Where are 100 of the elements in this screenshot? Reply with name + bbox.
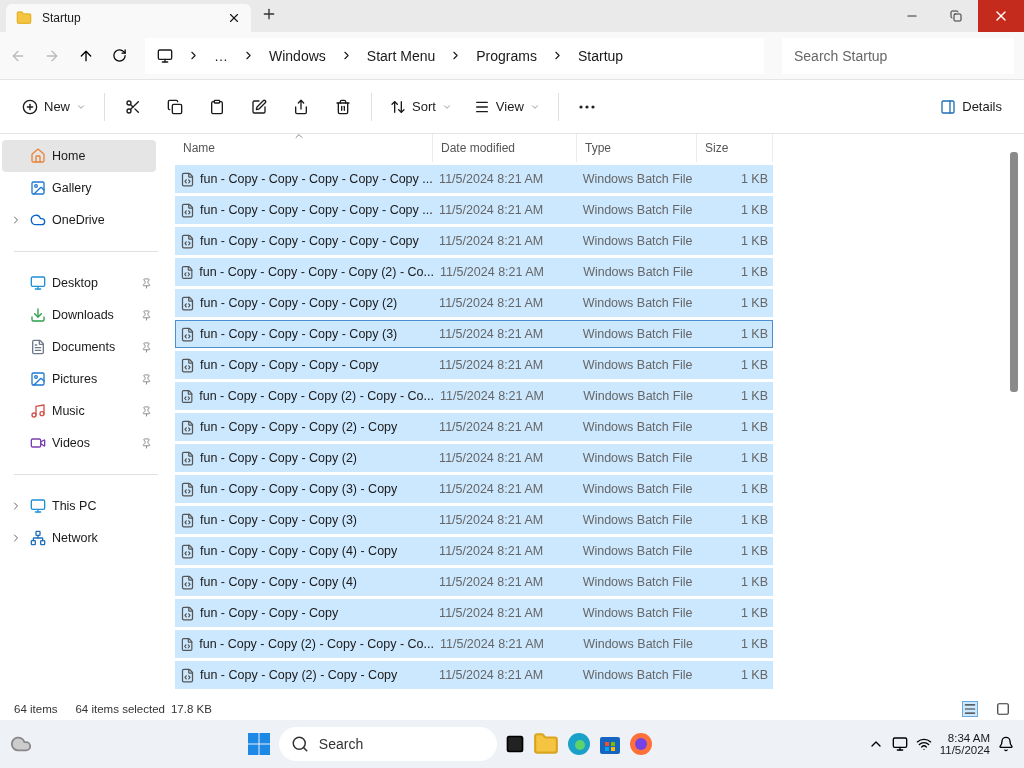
type-cell: Windows Batch File [582, 575, 693, 589]
column-header[interactable]: Date modified [433, 134, 577, 162]
size-cell: 1 KB [740, 513, 768, 527]
batch-file-icon [180, 636, 195, 652]
column-header[interactable]: Type [577, 134, 697, 162]
file-name: fun - Copy - Copy - Copy (3) [200, 513, 357, 527]
window-tab[interactable]: Startup [6, 4, 251, 32]
file-row[interactable]: fun - Copy - Copy - Copy (2) - Copy 11/5/2024 8:21 AM Windows Batch File 1 KB [175, 413, 773, 441]
file-name: fun - Copy - Copy (2) - Copy - Copy [200, 668, 398, 682]
sort-button[interactable]: Sort [382, 89, 460, 124]
sidebar-item[interactable]: Music [2, 395, 156, 427]
batch-file-icon [180, 295, 195, 311]
view-button[interactable]: View [465, 89, 548, 124]
details-view-icon[interactable] [962, 701, 978, 717]
wifi-icon[interactable] [915, 736, 932, 752]
breadcrumb[interactable]: … [214, 47, 228, 64]
date-cell: 11/5/2024 8:21 AM [439, 172, 544, 186]
breadcrumb[interactable]: Windows [269, 47, 326, 64]
tiles-view-icon[interactable] [996, 702, 1010, 716]
date-cell: 11/5/2024 8:21 AM [439, 544, 544, 558]
taskbar-search[interactable]: Search [278, 727, 497, 761]
type-cell: Windows Batch File [582, 203, 693, 217]
file-row[interactable]: fun - Copy - Copy - Copy (3) 11/5/2024 8:21 AM Windows Batch File 1 KB [175, 506, 773, 534]
breadcrumb[interactable]: Startup [577, 47, 624, 64]
video-icon [30, 435, 46, 451]
size-cell: 1 KB [740, 203, 768, 217]
date-cell: 11/5/2024 8:21 AM [439, 575, 544, 589]
file-name: fun - Copy - Copy - Copy [200, 606, 339, 620]
address-bar[interactable]: … Windows Start Menu Programs Startup [145, 37, 764, 74]
type-cell: Windows Batch File [582, 544, 693, 558]
file-row[interactable]: fun - Copy - Copy - Copy (2) - Copy - Co... 11/5/2024 8:21 AM Windows Batch File 1 KB [175, 382, 773, 410]
sidebar-item[interactable]: Home [2, 140, 156, 172]
file-row[interactable]: fun - Copy - Copy - Copy - Copy - Copy ... 11/5/2024 8:21 AM Windows Batch File 1 KB [175, 196, 773, 224]
file-row[interactable]: fun - Copy - Copy - Copy (4) - Copy 11/5/2024 8:21 AM Windows Batch File 1 KB [175, 537, 773, 565]
sidebar-item[interactable]: Gallery [2, 172, 156, 204]
file-row[interactable]: fun - Copy - Copy (2) - Copy - Copy 11/5/2024 8:21 AM Windows Batch File 1 KB [175, 661, 773, 689]
batch-file-icon [180, 574, 195, 590]
file-row[interactable]: fun - Copy - Copy - Copy - Copy 11/5/2024 8:21 AM Windows Batch File 1 KB [175, 351, 773, 379]
sidebar-item[interactable]: OneDrive [2, 204, 156, 236]
type-cell: Windows Batch File [582, 172, 693, 186]
sidebar-item[interactable]: Downloads [2, 299, 156, 331]
file-row[interactable]: fun - Copy - Copy - Copy - Copy (2) 11/5/2024 8:21 AM Windows Batch File 1 KB [175, 289, 773, 317]
batch-file-icon [180, 667, 195, 683]
plus-icon [261, 6, 277, 22]
notification-icon[interactable] [998, 736, 1014, 752]
file-row[interactable]: fun - Copy - Copy - Copy - Copy - Copy ... 11/5/2024 8:21 AM Windows Batch File 1 KB [175, 165, 773, 193]
browser-icon[interactable] [566, 732, 591, 756]
details-pane-icon [940, 98, 957, 115]
type-cell: Windows Batch File [582, 482, 693, 496]
computer-icon [30, 498, 46, 514]
close-tab-icon[interactable] [227, 11, 241, 25]
type-cell: Windows Batch File [582, 296, 693, 310]
column-header[interactable]: Name [175, 134, 433, 162]
file-name: fun - Copy - Copy - Copy (4) - Copy [200, 544, 398, 558]
sidebar-item[interactable]: This PC [2, 490, 156, 522]
batch-file-icon [180, 171, 195, 187]
sidebar-item[interactable]: Pictures [2, 363, 156, 395]
sidebar-item[interactable]: Videos [2, 427, 156, 459]
search-field[interactable]: Search Startup [782, 37, 1014, 74]
breadcrumb[interactable]: Start Menu [366, 47, 436, 64]
sidebar-item[interactable]: Network [2, 522, 156, 554]
file-row[interactable]: fun - Copy - Copy - Copy 11/5/2024 8:21 AM Windows Batch File 1 KB [175, 599, 773, 627]
computer-icon [157, 47, 173, 64]
date-cell: 11/5/2024 8:21 AM [439, 296, 544, 310]
size-cell: 1 KB [740, 265, 768, 279]
file-row[interactable]: fun - Copy - Copy (2) - Copy - Copy - Co... 11/5/2024 8:21 AM Windows Batch File 1 KB [175, 630, 773, 658]
refresh-icon[interactable] [112, 48, 127, 63]
new-button[interactable]: New [14, 89, 94, 124]
gallery-icon [30, 180, 46, 196]
file-row[interactable]: fun - Copy - Copy - Copy - Copy (2) - Co... 11/5/2024 8:21 AM Windows Batch File 1 KB [175, 258, 773, 286]
file-row[interactable]: fun - Copy - Copy - Copy - Copy (3) 11/5/2024 8:21 AM Windows Batch File 1 KB [175, 320, 773, 348]
file-name: fun - Copy - Copy - Copy (3) - Copy [200, 482, 398, 496]
scrollbar[interactable] [1010, 152, 1018, 392]
tab-title: Startup [42, 11, 82, 25]
start-icon[interactable] [246, 732, 271, 756]
type-cell: Windows Batch File [583, 637, 693, 651]
file-row[interactable]: fun - Copy - Copy - Copy (2) 11/5/2024 8:21 AM Windows Batch File 1 KB [175, 444, 773, 472]
file-row[interactable]: fun - Copy - Copy - Copy (4) 11/5/2024 8:21 AM Windows Batch File 1 KB [175, 568, 773, 596]
file-name: fun - Copy - Copy - Copy - Copy (2) [200, 296, 398, 310]
network-status-icon[interactable] [891, 736, 908, 752]
sidebar-item[interactable]: Documents [2, 331, 156, 363]
selection-size: 17.8 KB [170, 703, 212, 715]
file-row[interactable]: fun - Copy - Copy - Copy - Copy - Copy 11/5/2024 8:21 AM Windows Batch File 1 KB [175, 227, 773, 255]
details-button[interactable]: Details [932, 89, 1010, 124]
batch-file-icon [180, 450, 195, 466]
batch-file-icon [180, 543, 195, 559]
scissors-icon [125, 98, 141, 115]
date-cell: 11/5/2024 8:21 AM [440, 637, 545, 651]
batch-file-icon [180, 264, 195, 280]
file-name: fun - Copy - Copy - Copy - Copy (2) - Co... [199, 265, 434, 279]
clock[interactable]: 8:34 AM 11/5/2024 [939, 732, 990, 756]
breadcrumb[interactable]: Programs [476, 47, 537, 64]
sidebar-item[interactable]: Desktop [2, 267, 156, 299]
date-cell: 11/5/2024 8:21 AM [439, 668, 544, 682]
batch-file-icon [180, 512, 195, 528]
music-icon [30, 403, 46, 419]
column-header[interactable]: Size [697, 134, 773, 162]
file-row[interactable]: fun - Copy - Copy - Copy (3) - Copy 11/5/2024 8:21 AM Windows Batch File 1 KB [175, 475, 773, 503]
file-name: fun - Copy - Copy - Copy - Copy (3) [200, 327, 398, 341]
date-cell: 11/5/2024 8:21 AM [439, 234, 544, 248]
